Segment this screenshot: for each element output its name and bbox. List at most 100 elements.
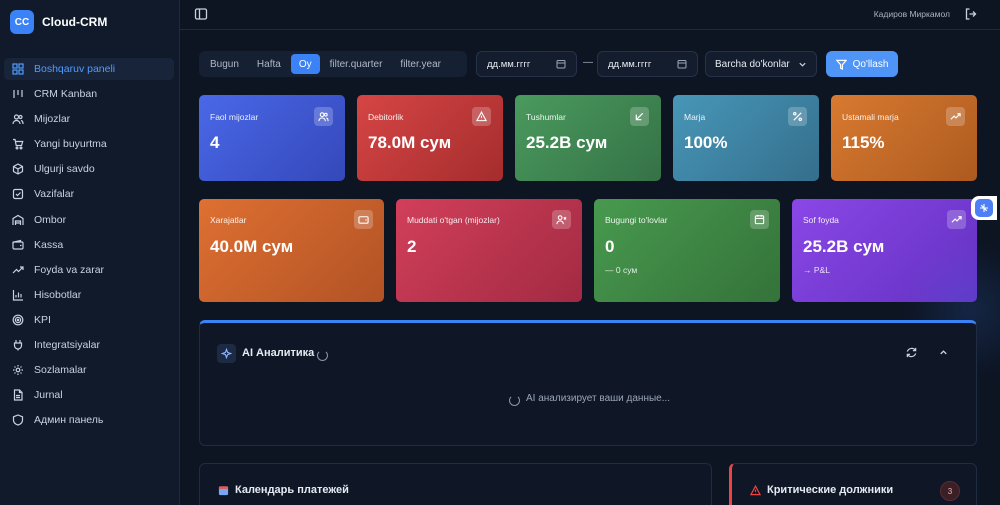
refresh-icon[interactable] — [905, 346, 918, 359]
sidebar-item-kpi[interactable]: KPI — [4, 309, 174, 331]
period-year-button[interactable]: filter.year — [392, 54, 449, 74]
kpi-card-margin[interactable]: Marja 100% — [673, 95, 819, 181]
sidebar-item-label: Ulgurji savdo — [34, 163, 95, 176]
sidebar-item-cash[interactable]: Kassa — [4, 234, 174, 256]
file-icon — [13, 389, 23, 401]
brand[interactable]: CC Cloud-CRM — [10, 10, 107, 34]
pnl-link[interactable]: → P&L — [803, 265, 830, 275]
kpi-value: 100% — [684, 133, 728, 152]
shield-icon — [12, 414, 24, 426]
user-name[interactable]: Кадиров Миркамол — [874, 9, 950, 19]
percent-icon — [788, 107, 807, 126]
kpi-value: 115% — [842, 133, 885, 152]
sidebar-item-tasks[interactable]: Vazifalar — [4, 183, 174, 205]
kpi-label: Debitorlik — [368, 112, 404, 122]
sidebar-item-profit-loss[interactable]: Foyda va zarar — [4, 259, 174, 281]
sidebar-item-clients[interactable]: Mijozlar — [4, 108, 174, 130]
kpi-card-active-clients[interactable]: Faol mijozlar 4 — [199, 95, 345, 181]
period-today-button[interactable]: Bugun — [202, 54, 247, 74]
calendar-icon[interactable] — [677, 59, 687, 69]
date-to-input[interactable]: дд.мм.гггг — [597, 51, 698, 77]
period-month-button[interactable]: Oy — [290, 54, 320, 74]
plug-icon — [13, 340, 23, 351]
kpi-label: Tushumlar — [526, 112, 566, 122]
sidebar-item-label: CRM Kanban — [34, 88, 98, 101]
kpi-value: 2 — [407, 237, 417, 256]
kpi-label: Muddati o'tgan (mijozlar) — [407, 215, 500, 225]
chevron-down-icon — [799, 62, 806, 67]
date-from-value: дд.мм.гггг — [487, 58, 531, 70]
sidebar-item-warehouse[interactable]: Ombor — [4, 209, 174, 231]
sidebar-item-label: Админ панель — [34, 414, 104, 427]
loading-spinner-icon — [509, 395, 520, 406]
sidebar-item-new-order[interactable]: Yangi buyurtma — [4, 133, 174, 155]
wallet-icon — [354, 210, 373, 229]
package-icon — [12, 163, 24, 176]
kpi-value: 0 — [605, 237, 615, 256]
sidebar-item-settings[interactable]: Sozlamalar — [4, 359, 174, 381]
sidebar-item-label: Jurnal — [34, 389, 63, 402]
calendar-icon[interactable] — [556, 59, 566, 69]
sidebar-item-admin[interactable]: Админ панель — [4, 409, 174, 431]
kpi-label: Marja — [684, 112, 706, 122]
loading-spinner-icon — [317, 350, 328, 361]
trend-up-icon — [946, 107, 965, 126]
arrow-down-left-icon — [630, 107, 649, 126]
cart-icon — [13, 139, 24, 150]
kpi-label: Bugungi to'lovlar — [605, 215, 668, 225]
sidebar-item-crm-kanban[interactable]: CRM Kanban — [4, 83, 174, 105]
users-icon — [314, 107, 333, 126]
payment-calendar-panel: Календарь платежей — [199, 463, 712, 505]
kpi-card-receivables[interactable]: Debitorlik 78.0M сум — [357, 95, 503, 181]
sidebar-item-label: Kassa — [34, 238, 64, 251]
date-separator: — — [583, 57, 593, 68]
sidebar-item-integrations[interactable]: Integratsiyalar — [4, 334, 174, 356]
sidebar-item-label: Integratsiyalar — [34, 339, 100, 352]
kpi-value: 78.0M сум — [368, 133, 452, 152]
top-bar: Кадиров Миркамол — [180, 0, 1000, 30]
kpi-label: Ustamali marja — [842, 112, 899, 122]
kpi-card-today-payments[interactable]: Bugungi to'lovlar 0 — 0 сум — [594, 199, 780, 302]
calendar-icon — [750, 210, 769, 229]
kpi-value: 40.0M сум — [210, 237, 294, 256]
trend-up-icon — [947, 210, 966, 229]
kpi-card-overdue-clients[interactable]: Muddati o'tgan (mijozlar) 2 — [396, 199, 582, 302]
kanban-icon — [13, 90, 23, 99]
gear-icon — [13, 365, 23, 376]
period-week-button[interactable]: Hafta — [249, 54, 289, 74]
floating-ai-widget[interactable] — [971, 196, 997, 220]
sidebar-item-reports[interactable]: Hisobotlar — [4, 284, 174, 306]
trend-icon — [12, 266, 24, 274]
sidebar-item-dashboard[interactable]: Boshqaruv paneli — [4, 58, 174, 80]
chevron-up-icon[interactable] — [937, 346, 950, 359]
sidebar-item-label: Yangi buyurtma — [34, 138, 107, 151]
sidebar-item-label: Sozlamalar — [34, 364, 87, 377]
alert-icon — [750, 484, 761, 495]
apply-button[interactable]: Qo'llash — [826, 51, 898, 77]
panel-title: Календарь платежей — [218, 484, 349, 496]
panel-title: Критические должники — [750, 484, 893, 496]
kpi-value: 4 — [210, 133, 220, 152]
period-quarter-button[interactable]: filter.quarter — [322, 54, 391, 74]
kpi-value: 25.2B сум — [526, 133, 608, 152]
kpi-value: 25.2B сум — [803, 237, 885, 256]
sparkle-icon — [217, 344, 236, 363]
warehouse-icon — [12, 214, 24, 225]
ai-panel-title: AI Аналитика — [242, 347, 315, 359]
store-select[interactable]: Barcha do'konlar — [705, 51, 817, 77]
date-from-input[interactable]: дд.мм.гггг — [476, 51, 577, 77]
kpi-card-markup-margin[interactable]: Ustamali marja 115% — [831, 95, 977, 181]
kpi-subtext: — 0 сум — [605, 265, 638, 275]
apply-button-label: Qo'llash — [852, 58, 889, 70]
sidebar-toggle-icon[interactable] — [194, 7, 208, 21]
sidebar-item-journal[interactable]: Jurnal — [4, 384, 174, 406]
users-icon — [12, 114, 24, 125]
sidebar-item-label: KPI — [34, 313, 51, 326]
kpi-card-revenue[interactable]: Tushumlar 25.2B сум — [515, 95, 661, 181]
ai-analytics-panel: AI Аналитика AI анализирует ваши данные.… — [199, 320, 977, 446]
kpi-card-expenses[interactable]: Xarajatlar 40.0M сум — [199, 199, 384, 302]
store-select-value: Barcha do'konlar — [715, 58, 790, 70]
logout-icon[interactable] — [964, 7, 978, 21]
sidebar-item-label: Mijozlar — [34, 113, 71, 126]
sidebar-item-wholesale[interactable]: Ulgurji savdo — [4, 158, 174, 180]
